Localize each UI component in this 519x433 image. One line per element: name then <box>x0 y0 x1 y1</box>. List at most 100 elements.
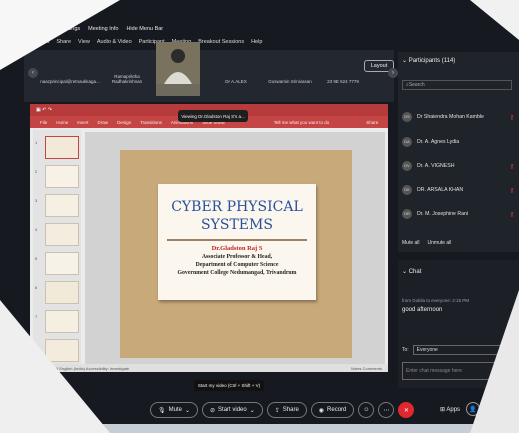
recipient-select[interactable]: Everyone <box>412 345 509 355</box>
slide-thumbnail[interactable] <box>45 252 79 275</box>
chat-message-input[interactable]: Enter chat message here <box>402 362 514 380</box>
muted-mic-icon: ⚷ <box>509 211 514 218</box>
slide-thumbnail[interactable] <box>45 310 79 333</box>
video-tile[interactable]: Ramapriktha Radhakrishnan <box>100 54 154 96</box>
meeting-info-button[interactable]: Meeting Info <box>88 26 118 32</box>
chevron-down-icon: ⌄ <box>184 407 190 414</box>
record-label: Record <box>327 407 347 413</box>
mute-button[interactable]: 🎙 Mute ⌄ <box>150 402 198 418</box>
thumb-number: 6 <box>35 285 38 290</box>
slide-thumbnail[interactable] <box>45 136 79 159</box>
ppt-share-button[interactable]: Share <box>366 120 378 125</box>
more-options-button[interactable]: ⋯ <box>378 402 395 418</box>
slide-title-line1: CYBER PHYSICAL <box>171 199 303 215</box>
thumb-number: 4 <box>35 227 38 232</box>
apps-label: Apps <box>446 406 461 413</box>
video-tile[interactable]: naazprincipal@retnaukkaga... <box>40 54 100 96</box>
chat-toggle-icon[interactable]: ● <box>486 402 501 416</box>
ribbon-tab[interactable]: Transitions <box>140 120 162 125</box>
ribbon-tab[interactable]: File <box>40 120 47 125</box>
avatar: DK <box>402 185 412 195</box>
chat-input-placeholder: Enter chat message here <box>406 368 462 374</box>
menu-help[interactable]: Help <box>251 39 262 45</box>
chevron-down-icon: ⌄ <box>249 407 255 414</box>
chat-title: Chat <box>408 269 422 275</box>
participant-row[interactable]: DR Dr. M. Josephine Rani ⚷ <box>402 205 514 223</box>
video-tile[interactable]: Dr A.ALEX <box>210 54 262 96</box>
apps-icon: ⊞ <box>440 406 446 413</box>
slide-college: Government College Nedumangad, Trivandru… <box>177 270 297 276</box>
menu-audio-video[interactable]: Audio & Video <box>97 39 132 45</box>
slide-thumbnail[interactable] <box>45 223 79 246</box>
participant-name: Dr Shaiendra Mohan Kamble <box>417 114 484 120</box>
search-placeholder: Search <box>408 82 425 88</box>
apps-button[interactable]: ⊞ Apps <box>440 406 460 413</box>
video-tile-camera[interactable] <box>156 42 200 96</box>
ribbon-tab[interactable]: Design <box>117 120 131 125</box>
slide-thumbnail[interactable] <box>45 194 79 217</box>
ppt-status-bar: Slide 1 of 28 English (India) Accessibil… <box>30 364 388 372</box>
slide-author: Dr.Gladston Raj S <box>211 245 263 252</box>
recipient-value: Everyone <box>416 347 438 353</box>
ppt-quick-access-icon[interactable]: ▣ ↶ ↷ <box>36 107 52 113</box>
hide-menu-bar-button[interactable]: Hide Menu Bar <box>126 26 163 32</box>
share-button[interactable]: ⇪ Share <box>266 402 307 418</box>
unmute-all-button[interactable]: Unmute all <box>428 240 452 246</box>
video-tile[interactable]: Goswamin Srinivasan <box>264 54 316 96</box>
avatar: DV <box>402 161 412 171</box>
chat-message-text: good afternoon <box>402 307 443 313</box>
strip-next-icon[interactable]: › <box>388 68 398 78</box>
menu-edit[interactable]: Edit <box>40 39 49 45</box>
chat-header[interactable]: ⌄ Chat <box>402 268 421 275</box>
reactions-button[interactable]: ☺ <box>358 402 375 418</box>
webex-meeting-window: Cisco Webex Meetings Meeting Info Hide M… <box>0 0 519 433</box>
participant-row[interactable]: DA Dr. A. Agnes Lydia <box>402 133 514 151</box>
participant-search-input[interactable]: ⌕ Search <box>402 80 512 90</box>
menu-breakout[interactable]: Breakout Sessions <box>198 39 244 45</box>
ribbon-tab[interactable]: Draw <box>98 120 109 125</box>
thumb-number: 2 <box>35 169 38 174</box>
record-icon: ◉ <box>318 407 325 414</box>
status-right[interactable]: Notes Comments <box>351 366 382 371</box>
slide-thumbnails: 1 2 3 4 5 6 7 8 <box>33 130 81 370</box>
strip-prev-icon[interactable]: ‹ <box>28 68 38 78</box>
participant-row[interactable]: DV Dr. A. VIGNESH ⚷ <box>402 157 514 175</box>
slide-title-line2: SYSTEMS <box>201 217 273 233</box>
muted-mic-icon: ⚷ <box>509 187 514 194</box>
start-video-label: Start video <box>218 407 247 413</box>
participant-row[interactable]: DS Dr Shaiendra Mohan Kamble ⚷ <box>402 108 514 126</box>
chevron-down-icon: ⌄ <box>402 269 409 275</box>
participants-header[interactable]: ⌄ Participants (114) <box>402 57 455 64</box>
slide-thumbnail[interactable] <box>45 281 79 304</box>
to-label: To: <box>402 347 409 353</box>
menu-view[interactable]: View <box>78 39 90 45</box>
thumb-number: 8 <box>35 343 38 348</box>
participant-name: Dr. M. Josephine Rani <box>417 211 469 217</box>
start-video-button[interactable]: ⊘ Start video ⌄ <box>202 402 263 418</box>
participants-footer: Mute all Unmute all <box>402 240 451 246</box>
slide-thumbnail[interactable] <box>45 165 79 188</box>
avatar: DA <box>402 137 412 147</box>
share-icon: ⇪ <box>274 407 280 414</box>
video-tile[interactable]: 23 9E 524 7779 <box>318 54 368 96</box>
ribbon-tab[interactable]: Insert <box>77 120 88 125</box>
more-icon[interactable]: ⋯ <box>506 406 512 413</box>
mute-all-button[interactable]: Mute all <box>402 240 420 246</box>
leave-meeting-button[interactable]: ✕ <box>398 402 415 418</box>
participants-toggle-icon[interactable]: 👤 <box>466 402 481 416</box>
start-video-tooltip: Start my video (Ctrl + Shift + V) <box>194 380 264 391</box>
slide-thumbnail[interactable] <box>45 339 79 362</box>
record-button[interactable]: ◉ Record <box>310 402 355 418</box>
microphone-icon: 🎙 <box>158 407 166 414</box>
thumb-number: 7 <box>35 314 38 319</box>
tell-me-box[interactable]: Tell me what you want to do <box>274 120 330 125</box>
participant-name: Dr. A. Agnes Lydia <box>417 139 460 145</box>
menu-share[interactable]: Share <box>56 39 71 45</box>
title-divider <box>167 239 307 241</box>
participant-row[interactable]: DK DR. ARSALA KHAN ⚷ <box>402 181 514 199</box>
ribbon-tab[interactable]: Home <box>56 120 68 125</box>
title-bar: Cisco Webex Meetings Meeting Info Hide M… <box>24 22 404 36</box>
apps-area: ⊞ Apps 👤 ● ⋯ <box>440 402 512 416</box>
menu-file[interactable]: File <box>24 39 33 45</box>
thumb-number: 5 <box>35 256 38 261</box>
